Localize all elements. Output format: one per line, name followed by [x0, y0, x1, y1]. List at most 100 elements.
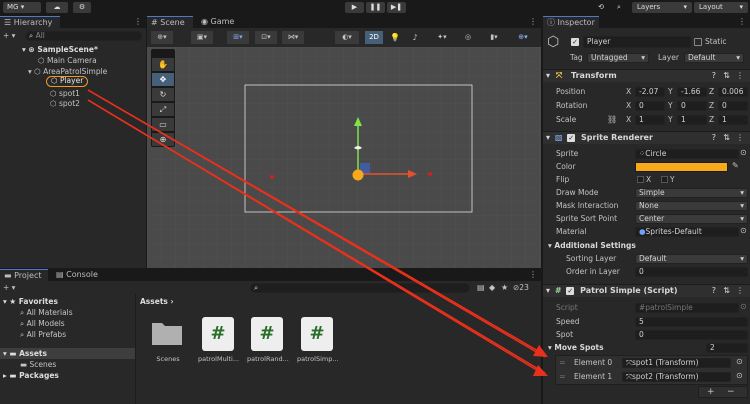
component-enabled-checkbox[interactable]: ✓	[567, 133, 576, 142]
create-button[interactable]: + ▾	[3, 30, 15, 41]
add-element-button[interactable]: +	[707, 387, 715, 397]
handle-position-dropdown[interactable]: ⊕▾	[151, 31, 173, 44]
2d-toggle[interactable]: 2D	[365, 31, 383, 44]
spot1-marker[interactable]	[270, 175, 274, 179]
history-icon[interactable]: ⟲	[594, 2, 608, 13]
help-icon[interactable]: ?	[712, 132, 716, 144]
asset-script-patrol-random[interactable]: # patrolRand...	[247, 317, 289, 367]
step-button[interactable]: ▶❚	[387, 2, 406, 13]
account-dropdown[interactable]: MG ▾	[3, 2, 41, 13]
layout-dropdown[interactable]: Layout ▾	[694, 2, 748, 13]
effects-dropdown[interactable]: ✦▾	[431, 31, 453, 44]
favorite-all-prefabs[interactable]: ⌕ All Prefabs	[20, 329, 66, 340]
create-asset-button[interactable]: + ▾	[3, 282, 15, 293]
preset-icon[interactable]: ⇅	[723, 132, 730, 144]
lighting-toggle-icon[interactable]: 💡	[387, 31, 403, 44]
sprite-renderer-header[interactable]: ▾ ▧ ✓ Sprite Renderer ? ⇅ ⋮	[543, 131, 750, 144]
hand-tool-icon[interactable]: ✋	[152, 58, 174, 71]
object-picker-icon[interactable]: ⊙	[736, 357, 743, 366]
asset-script-patrol-simple[interactable]: # patrolSimp...	[297, 317, 339, 367]
favorite-all-materials[interactable]: ⌕ All Materials	[20, 307, 73, 318]
snap-increment-dropdown[interactable]: ⊡▾	[255, 31, 277, 44]
more-options-icon[interactable]: ⋮	[738, 17, 746, 26]
move-spots-size-field[interactable]: 2	[706, 343, 748, 353]
rotation-y-field[interactable]: 0	[677, 101, 707, 111]
speed-field[interactable]: 5	[635, 317, 748, 327]
more-options-icon[interactable]: ⋮	[736, 70, 744, 82]
asset-script-patrol-multi[interactable]: # patrolMulti...	[198, 317, 239, 367]
active-checkbox[interactable]: ✓	[571, 38, 579, 46]
rotation-z-field[interactable]: 0	[718, 101, 748, 111]
link-icon[interactable]: ⛓	[607, 115, 617, 124]
pause-button[interactable]: ❚❚	[366, 2, 385, 13]
hierarchy-item-spot2[interactable]: ⬡ spot2	[50, 98, 80, 109]
tab-inspector[interactable]: ⓘ Inspector	[543, 16, 599, 28]
move-tool-icon[interactable]: ✥	[152, 73, 174, 86]
grid-snap-dropdown[interactable]: ⊞▾	[227, 31, 249, 44]
tab-scene[interactable]: # Scene	[147, 16, 193, 28]
tab-game[interactable]: ◉ Game	[197, 16, 241, 28]
object-picker-icon[interactable]: ⊙	[740, 148, 747, 157]
camera-dropdown[interactable]: ▮▾	[483, 31, 505, 44]
element-0-field[interactable]: ⤧spot1 (Transform)	[622, 358, 731, 368]
sorting-layer-dropdown[interactable]: Default ▾	[635, 254, 748, 264]
move-spots-foldout[interactable]: ▾ Move Spots	[548, 342, 604, 353]
scene-viewport[interactable]	[147, 47, 541, 268]
favorite-all-models[interactable]: ⌕ All Models	[20, 318, 65, 329]
hidden-count-icon[interactable]: ⊘23	[513, 283, 529, 292]
object-name-field[interactable]: Player	[583, 36, 691, 48]
help-icon[interactable]: ?	[712, 285, 716, 297]
search-icon[interactable]: ⌕	[612, 2, 626, 13]
object-picker-icon[interactable]: ⊙	[736, 371, 743, 380]
tab-console[interactable]: ▤ Console	[52, 269, 104, 281]
element-1-field[interactable]: ⤧spot2 (Transform)	[622, 372, 731, 382]
handle-rotation-dropdown[interactable]: ▣▾	[191, 31, 213, 44]
cloud-icon[interactable]: ☁	[46, 2, 68, 13]
project-search-input[interactable]: ⌕	[250, 283, 470, 293]
color-swatch[interactable]	[635, 162, 728, 172]
gizmos-dropdown[interactable]: ⊕▾	[511, 31, 535, 44]
favorites-item[interactable]: ▾ ★ Favorites	[3, 296, 58, 307]
hierarchy-search-input[interactable]: ⌕ All	[25, 31, 142, 41]
rotation-x-field[interactable]: 0	[635, 101, 665, 111]
tab-hierarchy[interactable]: ☰ Hierarchy	[0, 16, 60, 28]
more-options-icon[interactable]: ⋮	[134, 17, 142, 26]
rect-tool-icon[interactable]: ▭	[152, 118, 174, 131]
packages-folder-item[interactable]: ▸ ▬ Packages	[3, 370, 59, 381]
remove-element-button[interactable]: −	[727, 387, 735, 397]
sprite-sort-point-dropdown[interactable]: Center ▾	[635, 214, 748, 224]
scale-y-field[interactable]: 1	[677, 115, 707, 125]
drag-handle-icon[interactable]: =	[559, 358, 566, 367]
scale-z-field[interactable]: 1	[718, 115, 748, 125]
asset-scenes-folder[interactable]: Scenes	[150, 317, 186, 363]
draw-mode-dropdown[interactable]: Simple ▾	[635, 188, 748, 198]
hierarchy-item-player[interactable]: ⬡ Player	[46, 76, 89, 87]
mask-interaction-dropdown[interactable]: None ▾	[635, 201, 748, 211]
scene-item[interactable]: ▾ ⊛ SampleScene*	[22, 44, 98, 55]
additional-settings-foldout[interactable]: ▾ Additional Settings	[548, 240, 636, 251]
tag-dropdown[interactable]: Untagged ▾	[587, 53, 649, 63]
filter-label-icon[interactable]: ◆	[489, 283, 495, 292]
sprite-field[interactable]: ⁘Circle	[635, 149, 739, 159]
layers-dropdown[interactable]: Layers ▾	[632, 2, 692, 13]
rotate-tool-icon[interactable]: ↻	[152, 88, 174, 101]
breadcrumb[interactable]: Assets ›	[140, 296, 174, 307]
draw-mode-dropdown[interactable]: ◐▾	[335, 31, 359, 44]
transform-tool-icon[interactable]: ⊕	[152, 133, 174, 146]
patrol-simple-header[interactable]: ▾ # ✓ Patrol Simple (Script) ? ⇅ ⋮	[543, 284, 750, 297]
spot-field[interactable]: 0	[635, 330, 748, 340]
position-x-field[interactable]: -2.07	[635, 87, 665, 97]
transform-header[interactable]: ▾ ⤧ Transform ? ⇅ ⋮	[543, 69, 750, 82]
more-options-icon[interactable]: ⋮	[529, 17, 537, 26]
layer-dropdown[interactable]: Default ▾	[684, 53, 744, 63]
position-z-field[interactable]: 0.006	[718, 87, 748, 97]
flip-y-checkbox[interactable]	[661, 176, 668, 183]
help-icon[interactable]: ?	[712, 70, 716, 82]
player-sprite[interactable]	[352, 169, 364, 181]
eyedropper-icon[interactable]: ✎	[732, 161, 739, 170]
scene-visibility-icon[interactable]: ◎	[457, 31, 479, 44]
filter-type-icon[interactable]: ▤	[477, 283, 485, 292]
order-in-layer-field[interactable]: 0	[635, 267, 748, 277]
more-options-icon[interactable]: ⋮	[736, 285, 744, 297]
spot2-marker[interactable]	[428, 172, 432, 176]
